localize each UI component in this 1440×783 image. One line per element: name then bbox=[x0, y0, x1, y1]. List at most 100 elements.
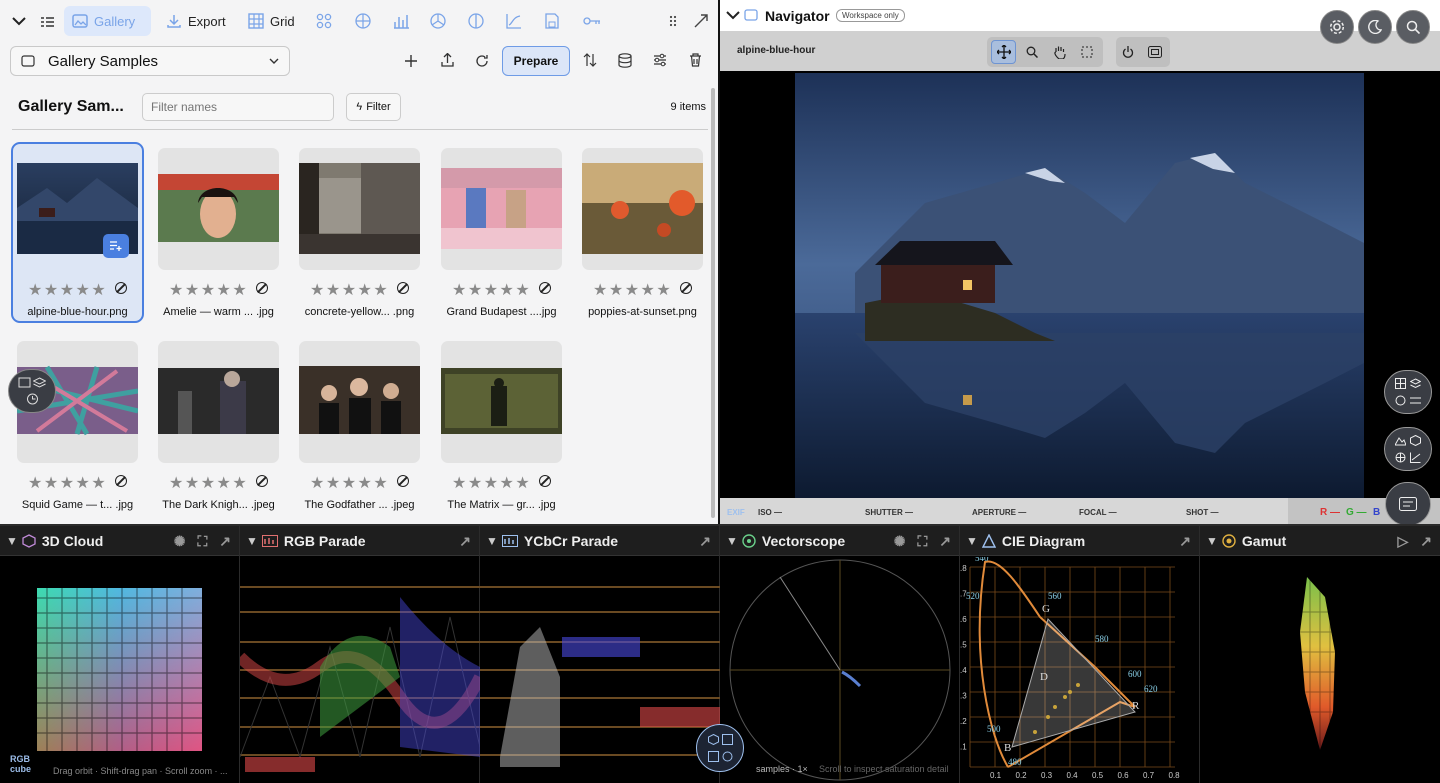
histogram-icon[interactable] bbox=[391, 12, 411, 30]
modules-icon[interactable] bbox=[314, 12, 334, 30]
expand-icon[interactable]: ↗ bbox=[459, 533, 471, 550]
chevron-down-icon[interactable]: ▼ bbox=[246, 534, 258, 548]
cube-icon[interactable] bbox=[1410, 435, 1421, 446]
frame-icon[interactable] bbox=[1148, 46, 1162, 58]
save-icon[interactable] bbox=[542, 12, 562, 30]
split-circle-icon[interactable] bbox=[466, 12, 486, 30]
expand-icon[interactable] bbox=[692, 12, 710, 30]
rating-stars[interactable]: ★★★★★ bbox=[169, 280, 248, 300]
refresh-icon[interactable] bbox=[474, 53, 490, 69]
play-icon[interactable]: ▷ bbox=[1397, 533, 1408, 550]
reject-icon[interactable] bbox=[539, 282, 551, 294]
expand-icon[interactable]: ↗ bbox=[699, 533, 711, 550]
reject-icon[interactable] bbox=[115, 475, 127, 487]
rating-stars[interactable]: ★★★★★ bbox=[452, 280, 531, 300]
chevron-down-icon[interactable]: ▼ bbox=[1206, 534, 1218, 548]
settings-button[interactable] bbox=[1320, 10, 1354, 44]
divider bbox=[12, 129, 708, 130]
curve-chart-icon[interactable] bbox=[504, 12, 524, 30]
move-tool-button[interactable] bbox=[991, 40, 1016, 64]
rating-stars[interactable]: ★★★★★ bbox=[452, 473, 531, 493]
power-icon[interactable] bbox=[1122, 46, 1134, 58]
zoom-icon[interactable] bbox=[1026, 46, 1038, 58]
add-to-queue-button[interactable] bbox=[103, 234, 129, 258]
cie-diagram: 540 520 560 580 600 620 500 480 G R B D … bbox=[960, 557, 1180, 780]
hand-icon[interactable] bbox=[1053, 45, 1066, 59]
sun-icon[interactable]: ✺ bbox=[894, 533, 906, 550]
theme-button[interactable] bbox=[1358, 10, 1392, 44]
chevron-down-icon[interactable]: ▼ bbox=[486, 534, 498, 548]
reject-icon[interactable] bbox=[397, 475, 409, 487]
tab-gallery[interactable]: Gallery bbox=[64, 6, 151, 36]
layers-icon[interactable] bbox=[1410, 378, 1421, 389]
parade-icon[interactable] bbox=[721, 734, 733, 746]
sidebar-toggle-icon[interactable] bbox=[39, 14, 55, 30]
reject-icon[interactable] bbox=[256, 475, 268, 487]
history-icon[interactable] bbox=[26, 393, 39, 405]
reject-icon[interactable] bbox=[680, 282, 692, 294]
collection-select[interactable]: Gallery Samples bbox=[10, 46, 290, 76]
reject-icon[interactable] bbox=[115, 282, 127, 294]
sun-icon[interactable]: ✺ bbox=[174, 533, 186, 550]
exif-shot: SHOT — bbox=[1186, 508, 1219, 517]
layers-icon[interactable] bbox=[33, 377, 46, 388]
chevron-down-icon[interactable]: ▼ bbox=[726, 534, 738, 548]
notes-icon bbox=[1399, 497, 1417, 511]
filter-button[interactable]: ϟ Filter bbox=[346, 93, 401, 121]
scope-switcher-dock[interactable] bbox=[696, 724, 744, 772]
expand-icon[interactable]: ↗ bbox=[1179, 533, 1191, 550]
floating-tool-dock[interactable] bbox=[8, 369, 56, 413]
rating-stars[interactable]: ★★★★★ bbox=[310, 473, 389, 493]
grid-icon[interactable] bbox=[1395, 378, 1406, 389]
scrollbar[interactable] bbox=[711, 88, 715, 518]
sliders-icon[interactable] bbox=[652, 52, 668, 68]
color-wheel-icon[interactable] bbox=[1395, 395, 1406, 406]
chevron-down-icon[interactable] bbox=[726, 10, 740, 20]
upload-icon[interactable] bbox=[439, 52, 455, 68]
trash-icon[interactable] bbox=[687, 52, 703, 68]
compare-icon[interactable] bbox=[18, 377, 31, 388]
reject-icon[interactable] bbox=[397, 282, 409, 294]
vectorscope-icon[interactable] bbox=[428, 12, 448, 30]
mountain-icon[interactable] bbox=[1395, 435, 1406, 446]
rating-stars[interactable]: ★★★★★ bbox=[28, 473, 107, 493]
tab-grid[interactable]: Grid bbox=[240, 6, 303, 36]
image-viewer[interactable] bbox=[720, 71, 1440, 498]
cube-caption-line1: RGB bbox=[10, 754, 30, 764]
cie-label: 620 bbox=[1144, 684, 1158, 694]
rating-stars[interactable]: ★★★★★ bbox=[169, 473, 248, 493]
rating-stars[interactable]: ★★★★★ bbox=[28, 280, 107, 300]
cube-icon[interactable] bbox=[707, 734, 719, 746]
scope-dock[interactable] bbox=[1384, 427, 1432, 471]
crosshair-icon[interactable] bbox=[353, 12, 373, 30]
collapse-chevron-icon[interactable] bbox=[10, 12, 28, 30]
chart-icon[interactable] bbox=[1410, 452, 1421, 463]
expand-icon[interactable]: ↗ bbox=[939, 533, 951, 550]
rating-stars[interactable]: ★★★★★ bbox=[310, 280, 389, 300]
fullscreen-icon[interactable]: ⛶ bbox=[917, 533, 927, 550]
chevron-down-icon[interactable]: ▼ bbox=[6, 534, 18, 548]
prepare-button[interactable]: Prepare bbox=[502, 46, 570, 76]
database-icon[interactable] bbox=[617, 52, 633, 68]
globe-icon[interactable] bbox=[1395, 452, 1406, 463]
tab-export[interactable]: Export bbox=[158, 6, 234, 36]
filter-names-input[interactable] bbox=[142, 93, 334, 121]
parade-icon[interactable] bbox=[707, 750, 719, 762]
expand-icon[interactable]: ↗ bbox=[1420, 533, 1432, 550]
notes-button[interactable] bbox=[1385, 482, 1431, 526]
rating-stars[interactable]: ★★★★★ bbox=[593, 280, 672, 300]
vectorscope-icon[interactable] bbox=[722, 751, 733, 762]
view-dock[interactable] bbox=[1384, 370, 1432, 414]
fullscreen-icon[interactable]: ⛶ bbox=[197, 533, 207, 550]
key-icon[interactable] bbox=[582, 12, 602, 30]
sort-icon[interactable] bbox=[582, 52, 598, 68]
expand-icon[interactable]: ↗ bbox=[219, 533, 231, 550]
reject-icon[interactable] bbox=[539, 475, 551, 487]
sliders-icon[interactable] bbox=[1410, 395, 1421, 406]
add-icon[interactable] bbox=[403, 53, 419, 69]
marquee-icon[interactable] bbox=[1081, 46, 1093, 58]
chevron-down-icon[interactable]: ▼ bbox=[966, 534, 978, 548]
search-button[interactable] bbox=[1396, 10, 1430, 44]
drag-handle-icon[interactable] bbox=[666, 13, 680, 29]
reject-icon[interactable] bbox=[256, 282, 268, 294]
